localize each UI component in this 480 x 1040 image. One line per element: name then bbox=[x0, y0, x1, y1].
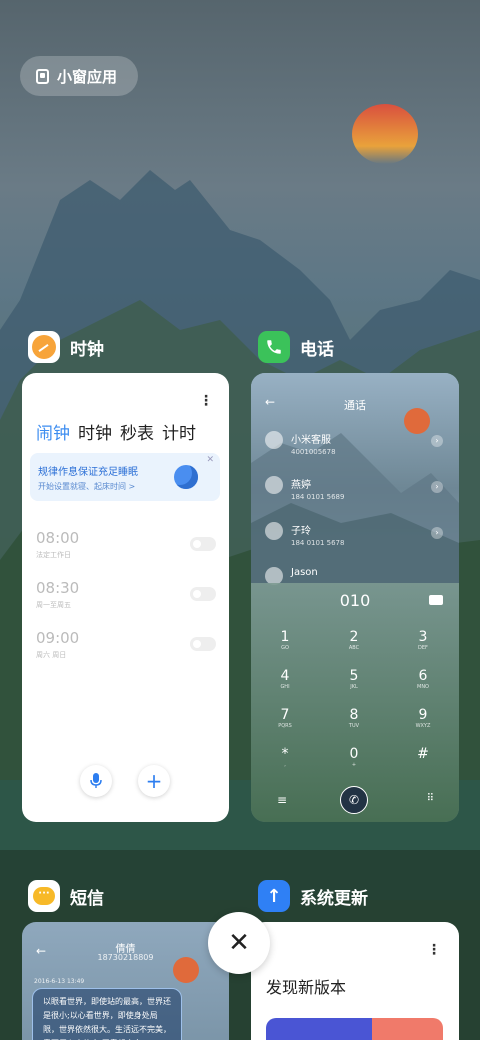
dial-key[interactable]: 3 DEF bbox=[403, 629, 443, 651]
contact-item[interactable]: 小米客服 4001005678 bbox=[265, 431, 336, 456]
alarm-toggle[interactable] bbox=[190, 587, 216, 601]
clock-app-header: 时钟 bbox=[28, 331, 104, 363]
call-button[interactable]: ✆ bbox=[340, 786, 368, 814]
update-app-card[interactable]: ⋮ 发现新版本 bbox=[251, 922, 459, 1040]
phone-app-icon bbox=[258, 331, 290, 363]
sms-contact-number: 18730218809 bbox=[97, 953, 154, 962]
update-heading: 发现新版本 bbox=[266, 978, 347, 997]
contact-number: 184 0101 5689 bbox=[291, 493, 345, 501]
contact-item[interactable]: 燕婷 184 0101 5689 bbox=[265, 476, 344, 501]
promo-subtitle: 开始设置就寝、起床时间 > bbox=[38, 482, 136, 491]
plus-icon: + bbox=[145, 769, 163, 793]
alarm-item[interactable]: 08:30 周一至周五 bbox=[36, 579, 216, 619]
phone-title: 通话 bbox=[344, 399, 366, 412]
avatar bbox=[265, 431, 283, 449]
voice-button[interactable] bbox=[80, 765, 112, 797]
alarm-time: 08:00 bbox=[36, 529, 80, 547]
promo-title: 规律作息保证充足睡眠 bbox=[38, 467, 138, 478]
sms-app-name: 短信 bbox=[70, 888, 104, 909]
dial-key[interactable]: 2 ABC bbox=[334, 629, 374, 651]
alarm-toggle[interactable] bbox=[190, 537, 216, 551]
add-alarm-button[interactable]: + bbox=[138, 765, 170, 797]
dial-key[interactable]: 7 PQRS bbox=[265, 707, 305, 729]
phone-top-area: ← 通话 小米客服 4001005678 › 燕婷 184 0101 5689 › … bbox=[251, 373, 459, 585]
dial-key[interactable]: 9 WXYZ bbox=[403, 707, 443, 729]
chevron-right-icon[interactable]: › bbox=[431, 527, 443, 539]
sun-decoration bbox=[352, 104, 418, 164]
floating-window-label: 小窗应用 bbox=[57, 67, 118, 86]
dial-key[interactable]: 4 GHI bbox=[265, 668, 305, 690]
clock-app-icon bbox=[28, 331, 60, 363]
sms-app-card[interactable]: ← 倩倩 18730218809 2016-6-13 13:49 以眼看世界，即… bbox=[22, 922, 229, 1040]
avatar bbox=[265, 476, 283, 494]
update-app-name: 系统更新 bbox=[300, 888, 368, 909]
dial-key[interactable]: 1 GO bbox=[265, 629, 305, 651]
alarm-time: 09:00 bbox=[36, 629, 80, 647]
contact-name: 小米客服 bbox=[291, 435, 331, 446]
backspace-icon[interactable] bbox=[429, 595, 443, 605]
floating-window-button[interactable]: 小窗应用 bbox=[20, 56, 138, 96]
sleep-promo-banner[interactable]: 规律作息保证充足睡眠 开始设置就寝、起床时间 > ✕ bbox=[30, 453, 220, 501]
update-app-icon: ↑ bbox=[258, 880, 290, 912]
close-icon: ✕ bbox=[228, 928, 250, 958]
clock-tabs: 闹钟 时钟 秒表 计时 bbox=[36, 419, 196, 444]
clear-all-button[interactable]: ✕ bbox=[208, 912, 270, 974]
sms-app-header: ··· 短信 bbox=[28, 880, 104, 912]
arrow-up-icon: ↑ bbox=[266, 885, 282, 907]
alarm-label: 周一至周五 bbox=[36, 601, 71, 609]
close-icon[interactable]: ✕ bbox=[206, 455, 214, 465]
dial-key[interactable]: 8 TUV bbox=[334, 707, 374, 729]
dial-key[interactable]: 0 + bbox=[334, 746, 374, 768]
alarm-toggle[interactable] bbox=[190, 637, 216, 651]
sms-app-icon: ··· bbox=[28, 880, 60, 912]
dial-key[interactable]: *, bbox=[265, 746, 305, 768]
message-timestamp: 2016-6-13 13:49 bbox=[34, 978, 85, 985]
phone-app-name: 电话 bbox=[300, 339, 334, 360]
contact-number: 4001005678 bbox=[291, 448, 336, 456]
phone-app-header: 电话 bbox=[258, 331, 334, 363]
message-bubble: 以眼看世界，即使站的最高，世界还是很小;以心看世界，即使身处局限，世界依然很大。… bbox=[32, 988, 182, 1040]
tab-timer[interactable]: 计时 bbox=[162, 419, 196, 444]
moon-icon bbox=[174, 465, 198, 489]
contact-number: 184 0101 5678 bbox=[291, 539, 345, 547]
alarm-label: 法定工作日 bbox=[36, 551, 71, 559]
keypad-icon[interactable]: ⠿ bbox=[427, 793, 434, 804]
alarm-label: 周六 周日 bbox=[36, 651, 67, 659]
avatar bbox=[265, 522, 283, 540]
update-banner-image bbox=[266, 1018, 443, 1040]
menu-icon[interactable]: ≡ bbox=[277, 793, 287, 807]
alarm-item[interactable]: 09:00 周六 周日 bbox=[36, 629, 216, 669]
dial-pad: 010 1 GO 2 ABC 3 DEF 4 GHI 5 JKL 6 MNO 7 PQRS 8… bbox=[251, 583, 459, 822]
microphone-icon bbox=[90, 773, 102, 788]
dialed-number: 010 bbox=[339, 591, 371, 610]
contact-name: 燕婷 bbox=[291, 480, 311, 491]
chevron-right-icon[interactable]: › bbox=[431, 481, 443, 493]
tab-clock[interactable]: 时钟 bbox=[78, 419, 112, 444]
contact-item[interactable]: 子玲 184 0101 5678 bbox=[265, 522, 344, 547]
dial-key[interactable]: 6 MNO bbox=[403, 668, 443, 690]
chevron-right-icon[interactable]: › bbox=[431, 435, 443, 447]
phone-icon: ✆ bbox=[348, 793, 360, 807]
clock-app-name: 时钟 bbox=[70, 339, 104, 360]
more-options-icon[interactable]: ⋮ bbox=[427, 942, 441, 958]
dial-key[interactable]: # bbox=[403, 746, 443, 762]
clock-app-card[interactable]: ⋮ 闹钟 时钟 秒表 计时 规律作息保证充足睡眠 开始设置就寝、起床时间 > ✕… bbox=[22, 373, 229, 822]
more-options-icon[interactable]: ⋮ bbox=[199, 393, 213, 409]
update-app-header: ↑ 系统更新 bbox=[258, 880, 368, 912]
window-icon bbox=[36, 68, 49, 84]
tab-alarm[interactable]: 闹钟 bbox=[36, 419, 70, 444]
alarm-item[interactable]: 08:00 法定工作日 bbox=[36, 529, 216, 569]
dial-key[interactable]: 5 JKL bbox=[334, 668, 374, 690]
phone-app-card[interactable]: ← 通话 小米客服 4001005678 › 燕婷 184 0101 5689 › … bbox=[251, 373, 459, 822]
tab-stopwatch[interactable]: 秒表 bbox=[120, 419, 154, 444]
contact-name: Jason bbox=[291, 567, 318, 578]
contact-name: 子玲 bbox=[291, 526, 311, 537]
alarm-time: 08:30 bbox=[36, 579, 80, 597]
